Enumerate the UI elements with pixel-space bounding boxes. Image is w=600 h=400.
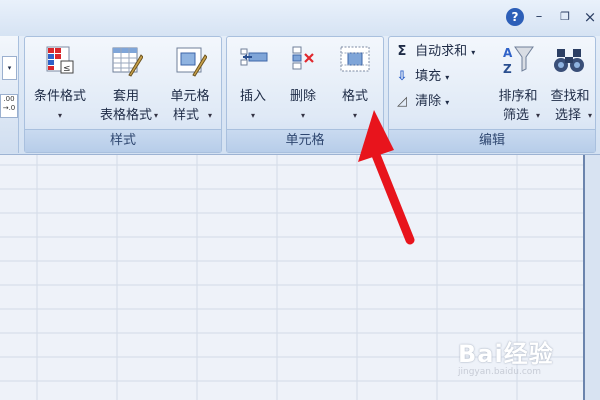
styles-group-caption: 样式 xyxy=(25,129,221,152)
svg-text:A: A xyxy=(503,46,513,60)
title-bar: ? – ❐ × xyxy=(0,0,600,36)
conditional-format-button[interactable]: ≤ 条件格式 ▾ xyxy=(27,39,93,129)
sort-filter-label-1: 排序和 xyxy=(498,89,538,104)
restore-button[interactable]: ❐ xyxy=(558,8,572,26)
fill-down-icon: ⇩ xyxy=(396,69,408,84)
chevron-down-icon: ▾ xyxy=(250,111,255,120)
help-icon[interactable]: ? xyxy=(506,8,524,26)
cell-style-button[interactable]: 单元格 样式 ▾ xyxy=(161,39,219,129)
red-arrow-annotation xyxy=(358,110,415,245)
chevron-down-icon: ▾ xyxy=(153,111,158,120)
table-format-label-2: 表格格式 xyxy=(99,108,152,123)
chevron-down-icon: ▾ xyxy=(57,111,62,120)
find-select-label-1: 查找和 xyxy=(550,89,590,104)
delete-label: 删除 xyxy=(289,89,316,104)
number-group-partial: ▾ .00 →.0 xyxy=(0,36,19,153)
vertical-scrollbar[interactable] xyxy=(583,155,600,400)
cell-style-label-1: 单元格 xyxy=(170,89,210,104)
table-format-label-1: 套用 xyxy=(112,89,139,104)
insert-button[interactable]: 插入 ▾ xyxy=(229,39,277,129)
binoculars-icon xyxy=(554,49,584,72)
insert-cells-icon xyxy=(240,48,268,66)
delete-cells-icon xyxy=(292,46,314,70)
watermark-url: jingyan.baidu.com xyxy=(458,367,542,377)
fill-label: 填充 xyxy=(415,69,442,84)
watermark: Bai经验 jingyan.baidu.com xyxy=(458,334,554,377)
table-format-icon xyxy=(112,47,143,77)
delete-button[interactable]: 删除 ▾ xyxy=(279,39,327,129)
close-button[interactable]: × xyxy=(583,8,597,26)
chevron-down-icon: ▾ xyxy=(587,111,592,120)
svg-text:Z: Z xyxy=(503,62,512,76)
autosum-label: 自动求和 xyxy=(415,44,468,59)
format-cells-icon xyxy=(340,46,370,72)
autosum-button[interactable]: Σ 自动求和 ▾ xyxy=(393,41,476,63)
sigma-icon: Σ xyxy=(397,44,407,59)
conditional-format-label: 条件格式 xyxy=(33,89,86,104)
chevron-down-icon: ▾ xyxy=(445,98,450,107)
cell-style-label-2: 样式 xyxy=(172,108,199,123)
decimal-icon[interactable]: .00 →.0 xyxy=(0,94,18,118)
minimize-button[interactable]: – xyxy=(532,8,546,26)
watermark-brand: Bai经验 xyxy=(458,340,554,368)
chevron-down-icon: ▾ xyxy=(207,111,212,120)
chevron-down-icon: ▾ xyxy=(300,111,305,120)
sort-filter-icon: A Z xyxy=(503,46,534,76)
svg-text:≤: ≤ xyxy=(63,64,71,74)
fill-button[interactable]: ⇩ 填充 ▾ xyxy=(393,66,450,88)
number-format-dropdown[interactable]: ▾ xyxy=(2,56,17,80)
table-format-button[interactable]: 套用 表格格式 ▾ xyxy=(93,39,159,129)
conditional-format-icon: ≤ xyxy=(46,46,74,74)
chevron-down-icon: ▾ xyxy=(471,48,476,57)
cell-style-icon xyxy=(176,47,207,77)
chevron-down-icon: ▾ xyxy=(535,111,540,120)
sort-filter-button[interactable]: A Z 排序和 筛选 ▾ xyxy=(493,39,543,129)
find-select-button[interactable]: 查找和 选择 ▾ xyxy=(545,39,595,129)
insert-label: 插入 xyxy=(239,89,266,104)
styles-group: ≤ 条件格式 ▾ 套用 表格格式 ▾ 单元格 样式 ▾ 样式 xyxy=(24,36,222,153)
chevron-down-icon: ▾ xyxy=(445,73,450,82)
